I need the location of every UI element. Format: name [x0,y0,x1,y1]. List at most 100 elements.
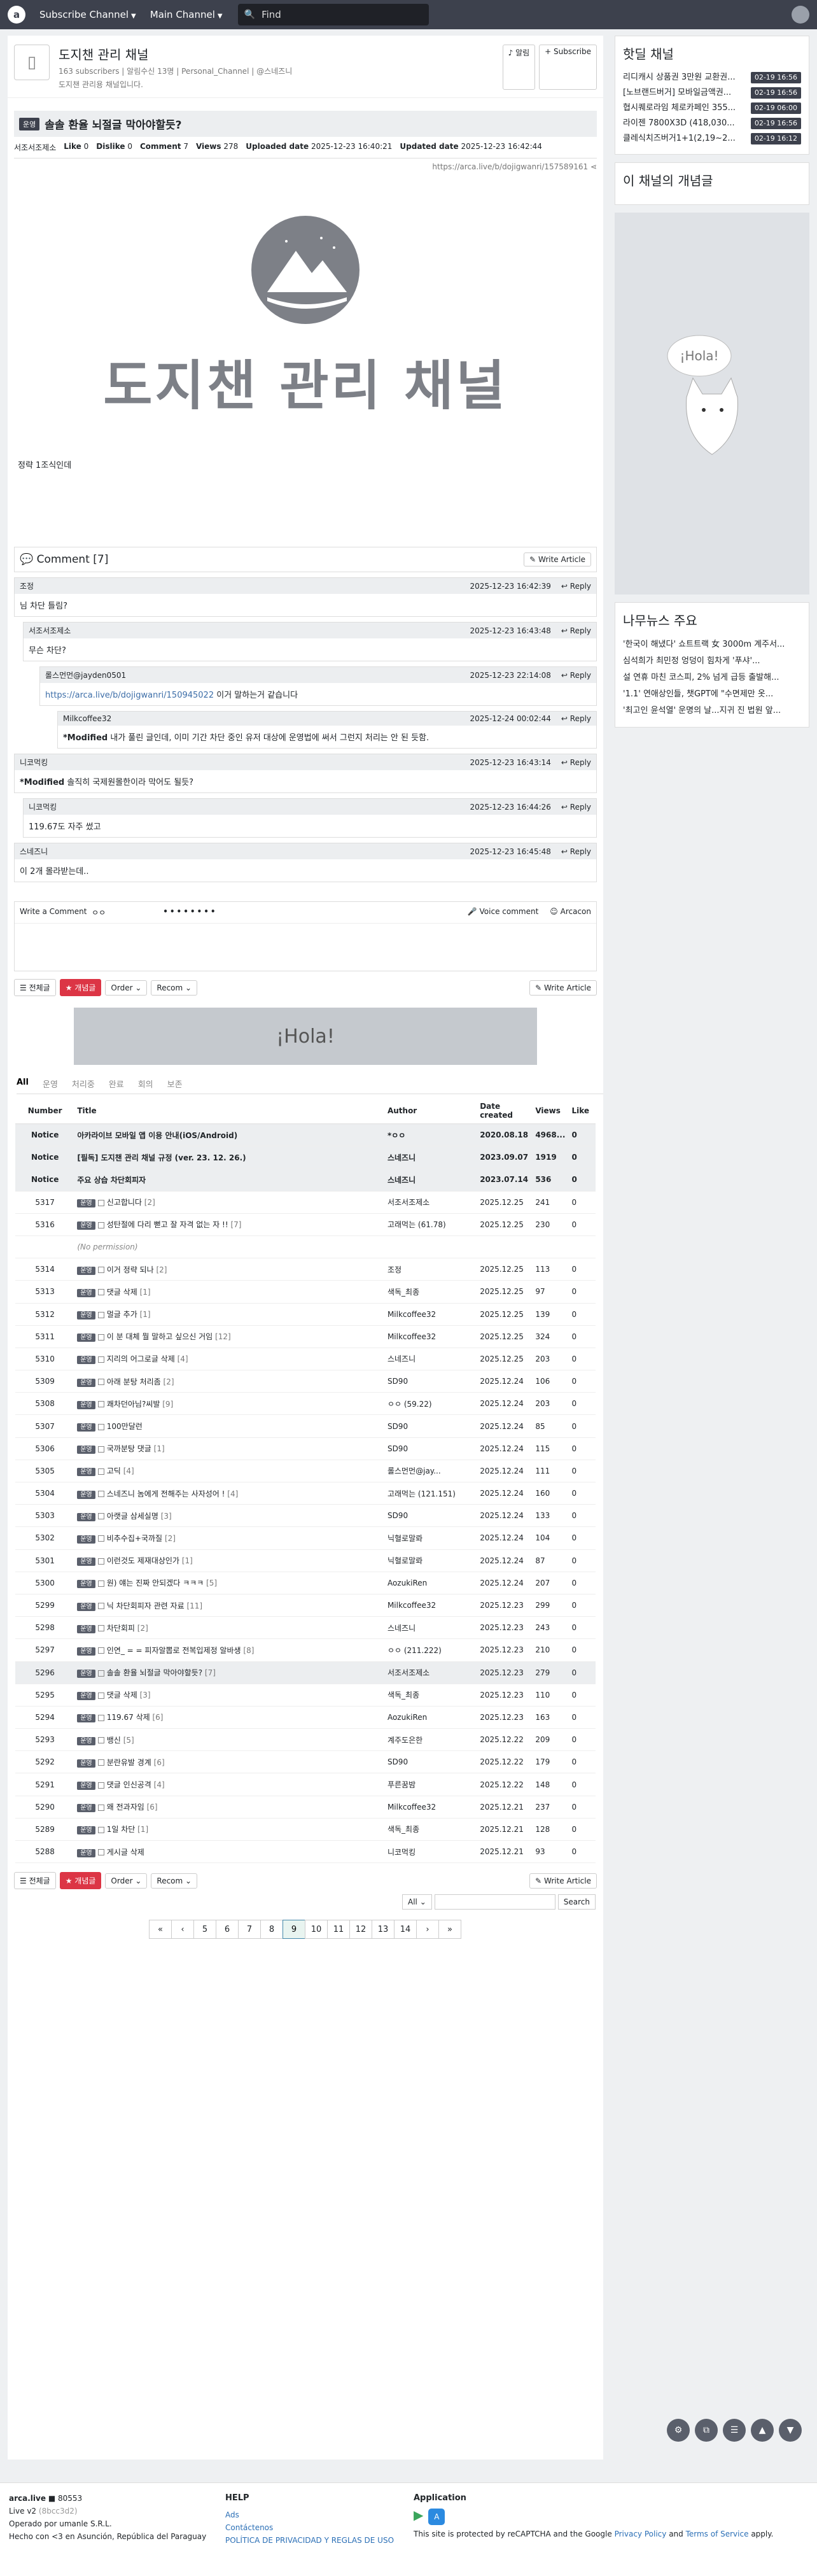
comment-author[interactable]: 스네즈니 [20,846,48,857]
row-author[interactable]: AozukiRen [384,1572,478,1594]
comment-author[interactable]: 서조서조제소 [29,625,71,636]
hotdeal-title[interactable]: 핫딜 채널 [623,44,801,62]
page-button[interactable]: 8 [260,1920,283,1939]
best-posts-button[interactable]: ★ 개념글 [59,979,102,996]
footer-ads-link[interactable]: Ads [225,2509,394,2521]
list-icon[interactable]: ☰ [723,2419,746,2442]
tab-done[interactable]: 완료 [109,1078,124,1090]
row-author[interactable]: Milkcoffee32 [384,1303,478,1326]
write-article-button[interactable]: ✎ Write Article [529,980,597,996]
row-author[interactable]: 서조서조제소 [384,1661,478,1684]
footer-tos-link[interactable]: Terms of Service [686,2530,749,2538]
row-title[interactable]: 운영 1일 차단 [1] [74,1818,385,1841]
reply-button[interactable]: ↩ Reply [561,582,591,591]
comment-author[interactable]: Milkcoffee32 [63,714,111,723]
page-button[interactable]: 5 [193,1920,216,1939]
table-row[interactable]: 5313 운영 댓글 삭제 [1] 색독_최종 2025.12.25 97 0 [15,1280,596,1304]
table-row[interactable]: 5300 운영 원) 얘는 진짜 안되겠다 ㅋㅋㅋ [5] AozukiRen 2025… [15,1572,596,1594]
footer-contact-link[interactable]: Contáctenos [225,2521,394,2534]
page-button[interactable]: 12 [349,1920,372,1939]
table-row[interactable]: 5312 운영 멀글 추가 [1] Milkcoffee32 2025.12.25 139… [15,1303,596,1326]
tab-ops[interactable]: 운영 [43,1078,58,1090]
table-row[interactable]: 5288 운영 게시글 삭제 니코먹킹 2025.12.21 93 0 [15,1840,596,1864]
row-title[interactable]: 운영 댓글 삭제 [3] [74,1684,385,1707]
row-title[interactable]: 운영 이 분 대체 뭘 말하고 싶으신 거임 [12] [74,1325,385,1348]
main-channel-menu[interactable]: Main Channel ▼ [150,9,223,20]
row-title[interactable]: 운영 성탄절에 다리 뻗고 잘 자격 없는 자 !! [7] [74,1213,385,1236]
row-author[interactable]: 색독_최종 [384,1818,478,1841]
table-row[interactable]: 5303 운영 아랫글 삼세실명 [3] SD90 2025.12.24 133 0 [15,1504,596,1528]
tab-meeting[interactable]: 회의 [138,1078,153,1090]
row-author[interactable]: SD90 [384,1437,478,1460]
news-item[interactable]: '최고인 윤석열' 운명의 날...지귀 진 법원 앞... [623,703,801,719]
row-author[interactable]: 스네즈니 [384,1348,478,1371]
best-title[interactable]: 이 채널의 개념글 [623,171,801,189]
row-title[interactable]: 운영 국까분탕 댓글 [1] [74,1437,385,1460]
table-row[interactable]: 5307 운영 100만달런 SD90 2025.12.24 85 0 [15,1414,596,1438]
comment-writer[interactable]: Write a Comment ㅇㅇ •••••••• 🎤 Voice comm… [14,901,597,971]
row-author[interactable]: 스네즈니 [384,1146,478,1169]
write-article-button[interactable]: ✎ Write Article [524,553,591,567]
alert-button[interactable]: ♪ 알림 [502,45,536,90]
hotdeal-item[interactable]: 협시퀘로라임 체로카페인 355... 02-19 06:00 [623,101,801,116]
row-author[interactable]: SD90 [384,1370,478,1393]
news-item[interactable]: 설 연휴 마친 코스피, 2% 넘게 급등 출발해... [623,670,801,686]
google-play-icon[interactable]: ▶ [414,2509,423,2525]
row-author[interactable]: 닉혈로말롸 [384,1549,478,1572]
table-row[interactable]: 5296 운영 솔솔 환율 뇌절글 막아야할듯? [7] 서조서조제소 2025.12.… [15,1661,596,1684]
copy-icon[interactable]: ⧉ [695,2419,718,2442]
page-button[interactable]: 14 [394,1920,417,1939]
reply-button[interactable]: ↩ Reply [561,714,591,723]
page-button[interactable]: 9 [283,1920,305,1939]
row-title[interactable]: 운영 뱅신 [5] [74,1728,385,1752]
comment-link[interactable]: https://arca.live/b/dojigwanri/150945022 [45,691,214,700]
table-row[interactable]: 5306 운영 국까분탕 댓글 [1] SD90 2025.12.24 115 0 [15,1437,596,1460]
row-author[interactable]: SD90 [384,1414,478,1438]
order-select[interactable]: Order ⌄ [105,980,148,996]
reply-button[interactable]: ↩ Reply [561,803,591,812]
row-author[interactable]: 고래먹는 (121.151) [384,1482,478,1505]
row-author[interactable]: 고래먹는 (61.78) [384,1213,478,1236]
row-author[interactable]: 서조서조제소 [384,1191,478,1214]
row-title[interactable]: 운영 100만달런 [74,1414,385,1438]
row-title[interactable]: (No permission) [74,1235,385,1259]
all-posts-button[interactable]: ☰ 전체글 [14,979,56,996]
news-item[interactable]: '한국이 해냈다' 쇼트트랙 女 3000m 계주서... [623,637,801,653]
ad-banner[interactable]: ¡Hola! [74,1008,537,1065]
table-row[interactable]: 5290 운영 왜 전과자임 [6] Milkcoffee32 2025.12.21 23… [15,1796,596,1819]
row-author[interactable]: Milkcoffee32 [384,1594,478,1617]
row-title[interactable]: 아카라이브 모바일 앱 이용 안내(iOS/Android) [74,1123,385,1147]
row-title[interactable]: 운영 지리의 어그로글 삭제 [4] [74,1348,385,1371]
page-button[interactable]: 13 [372,1920,395,1939]
recom-select[interactable]: Recom ⌄ [151,980,198,996]
row-title[interactable]: 운영 신고합니다 [2] [74,1191,385,1214]
order-select[interactable]: Order ⌄ [105,1873,148,1889]
news-item[interactable]: '1.1' 연애상인들, 챗GPT에 "수면제만 옷... [623,686,801,703]
table-row[interactable]: 5310 운영 지리의 어그로글 삭제 [4] 스네즈니 2025.12.25 203 0 [15,1348,596,1371]
table-row[interactable]: 5297 운영 인연_ = = 피자알뽑로 전복입제정 알바생 [8] ㅇㅇ (211… [15,1638,596,1662]
row-author[interactable]: 스네즈니 [384,1616,478,1640]
row-title[interactable]: 운영 왜 전과자임 [6] [74,1796,385,1819]
row-author[interactable]: ㅇㅇ (59.22) [384,1392,478,1416]
page-button[interactable]: 11 [327,1920,350,1939]
table-row[interactable]: 5292 운영 분란유발 경계 [6] SD90 2025.12.22 179 0 [15,1750,596,1774]
reply-button[interactable]: ↩ Reply [561,671,591,680]
row-title[interactable]: 운영 아래 분탕 처리좀 [2] [74,1370,385,1393]
table-row[interactable]: Notice 아카라이브 모바일 앱 이용 안내(iOS/Android) *ㅇㅇ 2… [15,1123,596,1147]
row-author[interactable]: 롤스먼먼@jay... [384,1460,478,1483]
user-avatar[interactable] [792,6,809,24]
row-author[interactable] [384,1235,478,1259]
table-row[interactable]: 5293 운영 뱅신 [5] 계주도은한 2025.12.22 209 0 [15,1728,596,1752]
table-row[interactable]: 5302 운영 비추수집+국까질 [2] 닉혈로말롸 2025.12.24 104 0 [15,1526,596,1550]
row-title[interactable]: 운영 이거 정략 되나 [2] [74,1258,385,1281]
tab-processing[interactable]: 처리중 [72,1078,95,1090]
row-title[interactable]: 주요 상습 차단회피자 [74,1168,385,1192]
site-logo[interactable]: a [8,6,25,24]
row-title[interactable]: 운영 이런것도 제재대상인가 [1] [74,1549,385,1572]
comment-author[interactable]: 니코먹킹 [29,801,57,812]
row-author[interactable]: 니코먹킹 [384,1840,478,1864]
password-field[interactable]: •••••••• [163,907,217,918]
row-title[interactable]: 운영 원) 얘는 진짜 안되겠다 ㅋㅋㅋ [5] [74,1572,385,1594]
table-row[interactable]: 5309 운영 아래 분탕 처리좀 [2] SD90 2025.12.24 106 0 [15,1370,596,1393]
row-title[interactable]: 운영 멀글 추가 [1] [74,1303,385,1326]
